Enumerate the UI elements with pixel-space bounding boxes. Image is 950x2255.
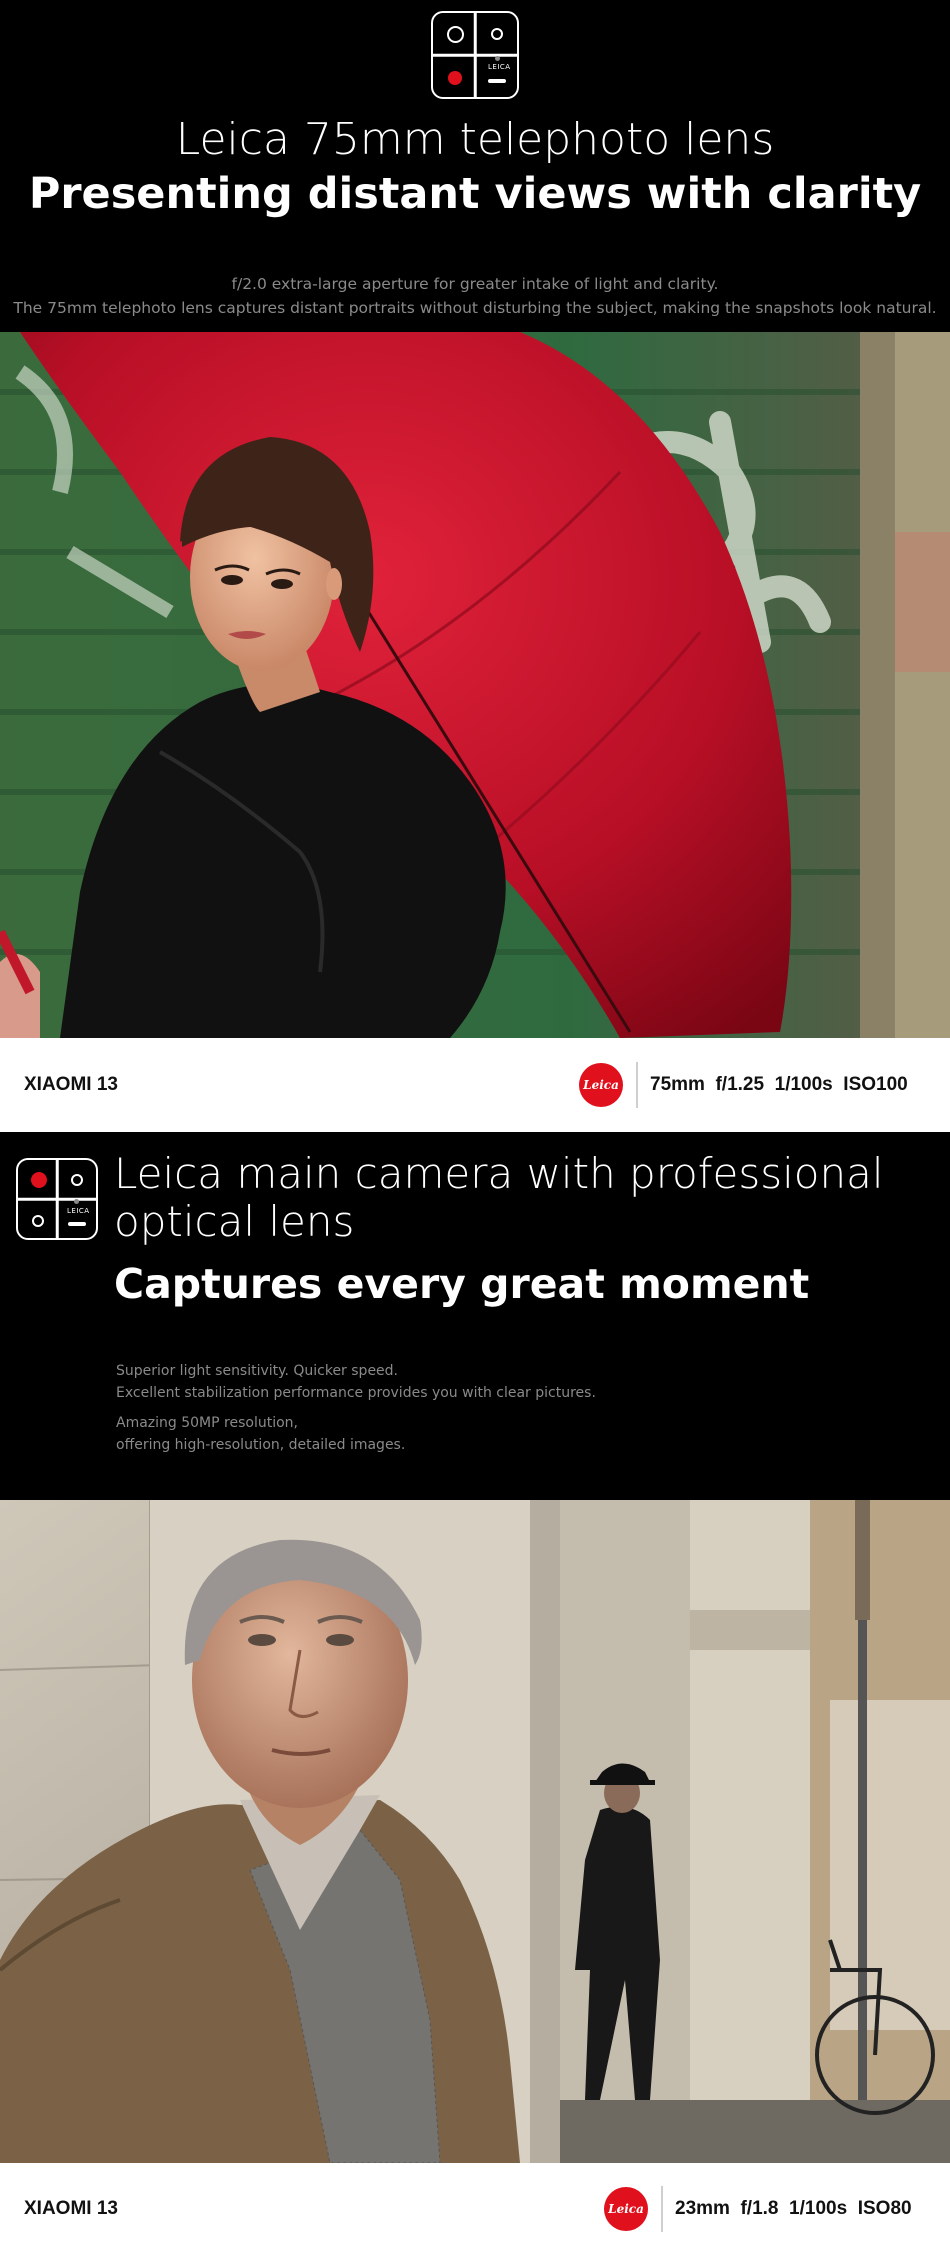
photo2-caption-bar: XIAOMI 13 Leica 23mm f/1.8 1/100s ISO80: [0, 2163, 950, 2255]
leica-logo-icon: Leica: [579, 1063, 623, 1107]
leica-camera-module-icon: LEICA: [16, 1158, 98, 1240]
section1-desc-line2: The 75mm telephoto lens captures distant…: [13, 299, 937, 317]
section2-para1-line1: Superior light sensitivity. Quicker spee…: [116, 1363, 399, 1379]
caption-divider: [636, 1062, 638, 1108]
photo2-exif-specs: 23mm f/1.8 1/100s ISO80: [675, 2198, 912, 2219]
sample-photo-man-portrait: [0, 1500, 950, 2163]
device-brand-label: XIAOMI 13: [24, 2198, 118, 2219]
device-brand-label: XIAOMI 13: [24, 1074, 118, 1095]
leica-logo-icon: Leica: [604, 2187, 648, 2231]
section2-para2-line1: Amazing 50MP resolution,: [116, 1415, 298, 1431]
section2-para1-line2: Excellent stabilization performance prov…: [116, 1385, 596, 1401]
section1-headline: Presenting distant views with clarity: [28, 169, 922, 219]
section2-headline: Captures every great moment: [114, 1260, 810, 1308]
caption-divider: [661, 2186, 663, 2232]
telephoto-header: LEICA Leica 75mm telephoto lens Presenti…: [0, 0, 950, 332]
section1-title: Leica 75mm telephoto lens: [175, 114, 775, 165]
main-camera-header: LEICA Leica main camera with professiona…: [0, 1132, 950, 1500]
section1-desc-line1: f/2.0 extra-large aperture for greater i…: [231, 275, 719, 293]
photo1-exif-specs: 75mm f/1.25 1/100s ISO100: [650, 1074, 908, 1095]
leica-camera-module-icon: LEICA: [431, 11, 519, 99]
section2-title: Leica main camera with professional opti…: [114, 1149, 884, 1246]
photo1-caption-bar: XIAOMI 13 Leica 75mm f/1.25 1/100s ISO10…: [0, 1038, 950, 1132]
sample-photo-umbrella-portrait: [0, 332, 950, 1038]
section2-para2-line2: offering high-resolution, detailed image…: [116, 1437, 406, 1453]
